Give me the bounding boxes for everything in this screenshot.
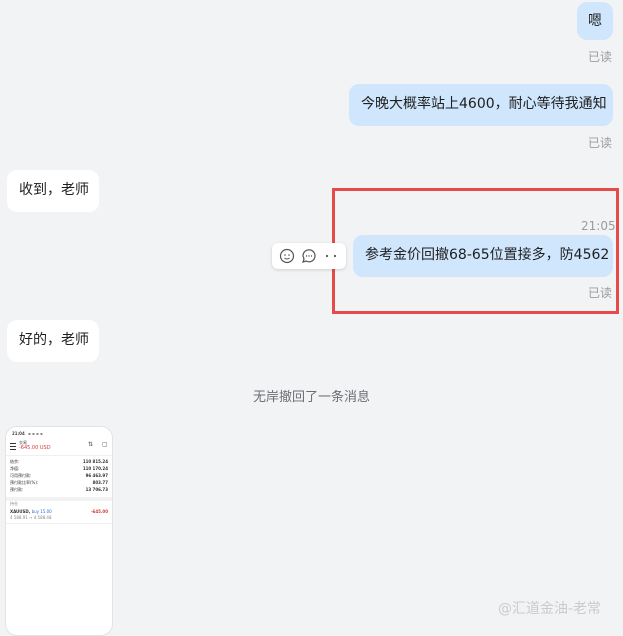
read-status: 已读 [588,50,613,64]
message-time: 21:05 [581,219,616,233]
message-bubble-incoming[interactable]: 好的，老师 [7,320,99,362]
read-status: 已读 [588,136,613,150]
message-actions-toolbar [272,243,346,269]
account-row: 结余: 110 815.24 [10,459,108,464]
emoji-reaction-icon[interactable] [278,247,296,265]
add-order-icon[interactable]: ▢ [102,442,108,448]
message-bubble-outgoing[interactable]: 嗯 [577,2,613,40]
menu-icon[interactable] [10,443,16,450]
account-row: 预付款: 13 706.73 [10,487,108,492]
account-row: 预付款比率(%): 803.77 [10,480,108,485]
status-icons: ▪ ▪ ▪ ▪ [28,431,43,436]
message-bubble-outgoing[interactable]: 参考金价回撤68-65位置接多，防4562 [353,235,613,277]
position-prices: 4 588.91 → 4 588.48 [10,515,52,520]
watermark: @汇道金油-老常 [498,601,602,617]
message-text: 嗯 [588,13,602,29]
message-bubble-outgoing[interactable]: 今晚大概率站上4600，耐心等待我通知 [349,84,613,126]
pnl-value: -645.00 USD [19,445,51,451]
message-text: 收到，老师 [19,182,89,198]
position-row[interactable]: XAUUSD, buy 15.00 -645.00 [10,509,108,514]
more-options-icon[interactable] [322,247,340,265]
message-text: 今晚大概率站上4600，耐心等待我通知 [361,96,607,112]
read-status: 已读 [588,286,613,300]
account-row: 可用预付款: 96 463.97 [10,473,108,478]
recall-notice: 无岸撤回了一条消息 [252,390,370,405]
message-text: 参考金价回撤68-65位置接多，防4562 [365,247,610,263]
reply-comment-icon[interactable] [300,247,318,265]
status-bar-time: 21:04 [12,431,25,436]
sort-icon[interactable]: ⇅ [88,442,93,448]
message-bubble-incoming[interactable]: 收到，老师 [7,170,99,212]
message-text: 好的，老师 [19,332,89,348]
positions-header: 持仓 [10,501,18,506]
account-row: 净值: 110 170.24 [10,466,108,471]
image-message-screenshot[interactable]: 21:04 ▪ ▪ ▪ ▪ 交易 -645.00 USD ⇅ ▢ 结余: 110 … [5,426,113,636]
